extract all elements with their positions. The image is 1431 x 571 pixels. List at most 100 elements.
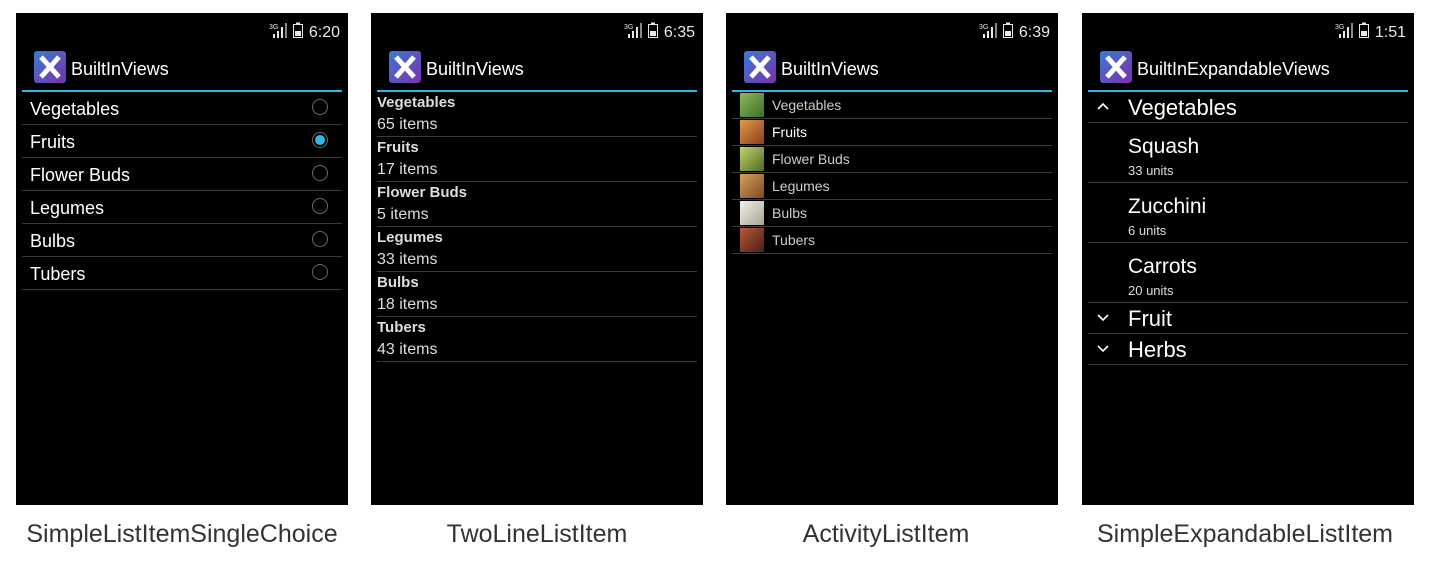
list-item-title: Bulbs (377, 274, 419, 291)
list-item-title: Fruits (377, 139, 419, 156)
child-item[interactable]: Squash 33 units (1088, 123, 1408, 183)
list-item[interactable]: Fruits (732, 119, 1052, 146)
list-item-label: Flower Buds (30, 165, 131, 185)
list-item[interactable]: Vegetables 65 items (377, 92, 697, 137)
chevron-down-icon[interactable] (1096, 307, 1110, 332)
caption: TwoLineListItem (446, 520, 628, 548)
chevron-down-icon[interactable] (1096, 338, 1110, 363)
status-bar: 3G 6:39 (726, 13, 1058, 45)
radio-button-checked[interactable] (312, 132, 328, 148)
radio-button[interactable] (312, 264, 328, 280)
app-title: BuiltInViews (781, 59, 879, 79)
list-item[interactable]: Vegetables (732, 92, 1052, 119)
list-item-label: Flower Buds (772, 151, 850, 167)
fruits-thumbnail-icon (740, 120, 764, 144)
list-item-label: Tubers (772, 232, 816, 248)
caption: SimpleExpandableListItem (1097, 520, 1393, 548)
list-item-subtitle: 17 items (377, 161, 438, 178)
list-item[interactable]: Bulbs 18 items (377, 272, 697, 317)
child-item[interactable]: Carrots 20 units (1088, 243, 1408, 303)
list-item-title: Vegetables (377, 94, 456, 111)
list-activity: Vegetables Fruits Flower Buds Legumes Bu… (732, 92, 1052, 254)
child-name: Zucchini (1128, 195, 1207, 218)
group-header[interactable]: Vegetables (1088, 92, 1408, 123)
list-item-label: Vegetables (30, 99, 120, 119)
action-bar: BuiltInExpandableViews (1082, 45, 1414, 91)
list-item-label: Fruits (772, 124, 807, 140)
child-name: Carrots (1128, 255, 1197, 278)
radio-button[interactable] (312, 231, 328, 247)
chevron-up-icon[interactable] (1096, 96, 1110, 121)
list-item[interactable]: Flower Buds (732, 146, 1052, 173)
status-time: 1:51 (1374, 23, 1406, 41)
status-time: 6:35 (663, 23, 695, 41)
app-title: BuiltInExpandableViews (1137, 59, 1330, 79)
list-item[interactable]: Legumes (732, 173, 1052, 200)
list-item-title: Flower Buds (377, 184, 468, 201)
list-item[interactable]: Vegetables (22, 92, 342, 125)
list-item[interactable]: Fruits 17 items (377, 137, 697, 182)
list-item-subtitle: 18 items (377, 296, 438, 313)
list-single-choice: Vegetables Fruits Flower Buds Legumes Bu… (22, 92, 342, 290)
svg-text:3G: 3G (979, 24, 988, 31)
list-item[interactable]: Tubers 43 items (377, 317, 697, 362)
battery-icon (1358, 22, 1369, 43)
list-expandable: Vegetables Squash 33 units Zucchini 6 unit… (1088, 92, 1408, 365)
group-label: Fruit (1128, 306, 1172, 331)
signal-icon: 3G (624, 22, 642, 43)
group-header[interactable]: Herbs (1088, 334, 1408, 365)
child-detail: 33 units (1128, 163, 1174, 178)
phone-two-line: 3G 6:35 BuiltInViews Vegetables 65 items … (371, 13, 703, 505)
group-label: Vegetables (1128, 95, 1237, 120)
svg-text:3G: 3G (1335, 24, 1344, 31)
status-bar: 3G 6:20 (16, 13, 348, 45)
phone-expandable: 3G 1:51 BuiltInExpandableViews Vegetable… (1082, 13, 1414, 505)
list-item-label: Bulbs (30, 231, 76, 251)
status-bar: 3G 1:51 (1082, 13, 1414, 45)
list-item[interactable]: Flower Buds 5 items (377, 182, 697, 227)
list-item[interactable]: Fruits (22, 125, 342, 158)
status-bar: 3G 6:35 (371, 13, 703, 45)
signal-icon: 3G (1335, 22, 1353, 43)
app-logo-icon[interactable] (1100, 51, 1132, 83)
caption: SimpleListItemSingleChoice (26, 520, 338, 548)
list-item[interactable]: Bulbs (22, 224, 342, 257)
radio-button[interactable] (312, 165, 328, 181)
app-logo-icon[interactable] (389, 51, 421, 83)
status-time: 6:20 (308, 23, 340, 41)
list-two-line: Vegetables 65 items Fruits 17 items Flower… (377, 92, 697, 362)
caption: ActivityListItem (802, 520, 970, 548)
list-item[interactable]: Flower Buds (22, 158, 342, 191)
list-item[interactable]: Bulbs (732, 200, 1052, 227)
list-item-subtitle: 5 items (377, 206, 429, 223)
action-bar: BuiltInViews (726, 45, 1058, 91)
legumes-thumbnail-icon (740, 174, 764, 198)
group-label: Herbs (1128, 337, 1187, 362)
app-logo-icon[interactable] (34, 51, 66, 83)
svg-text:3G: 3G (269, 24, 278, 31)
child-item[interactable]: Zucchini 6 units (1088, 183, 1408, 243)
radio-button[interactable] (312, 99, 328, 115)
vegetables-thumbnail-icon (740, 93, 764, 117)
list-item-label: Bulbs (772, 205, 808, 221)
list-item-title: Legumes (377, 229, 443, 246)
phone-activity: 3G 6:39 BuiltInViews Vegetables Fruits F… (726, 13, 1058, 505)
status-time: 6:39 (1018, 23, 1050, 41)
battery-icon (1002, 22, 1013, 43)
app-logo-icon[interactable] (744, 51, 776, 83)
radio-button[interactable] (312, 198, 328, 214)
app-title: BuiltInViews (71, 59, 169, 79)
list-item[interactable]: Legumes (22, 191, 342, 224)
flower-buds-thumbnail-icon (740, 147, 764, 171)
bulbs-thumbnail-icon (740, 201, 764, 225)
list-item-subtitle: 65 items (377, 116, 438, 133)
signal-icon: 3G (269, 22, 287, 43)
list-item-subtitle: 43 items (377, 341, 438, 358)
list-item-label: Legumes (30, 198, 105, 218)
tubers-thumbnail-icon (740, 228, 764, 252)
signal-icon: 3G (979, 22, 997, 43)
list-item[interactable]: Tubers (732, 227, 1052, 254)
group-header[interactable]: Fruit (1088, 303, 1408, 334)
list-item[interactable]: Legumes 33 items (377, 227, 697, 272)
list-item[interactable]: Tubers (22, 257, 342, 290)
